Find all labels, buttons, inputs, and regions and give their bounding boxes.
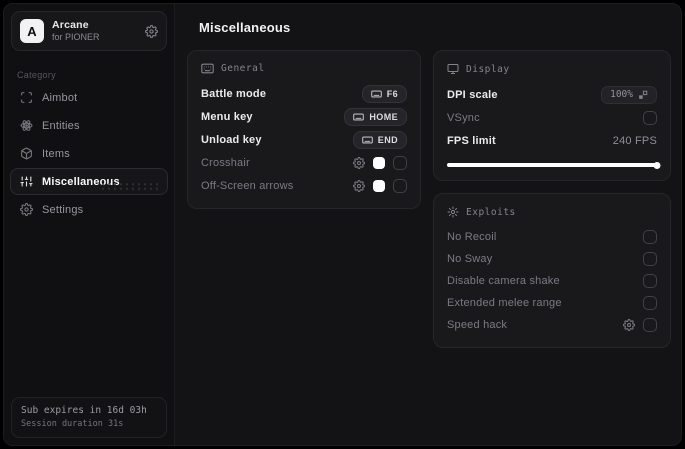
exploits-panel: Exploits No Recoil No Sway Disable camer…	[433, 193, 671, 348]
speed-hack-checkbox[interactable]	[643, 318, 657, 332]
slider-fill	[447, 163, 657, 167]
setting-row-battle-mode: Battle mode F6	[201, 82, 407, 105]
app-name: Arcane	[52, 19, 89, 31]
panel-header-label: Exploits	[466, 206, 516, 218]
scale-icon	[638, 90, 648, 100]
crosshair-checkbox[interactable]	[393, 155, 407, 170]
burst-icon	[447, 206, 459, 218]
session-duration-text: Session duration 31s	[21, 419, 124, 429]
logo-card: A Arcane for PIONER	[11, 11, 167, 52]
extended-melee-range-checkbox[interactable]	[643, 296, 657, 310]
slider-knob[interactable]	[653, 161, 661, 169]
sidebar-item-items[interactable]: Items	[10, 140, 168, 167]
keyboard-icon	[353, 112, 365, 121]
gear-icon[interactable]	[623, 319, 635, 331]
panel-header-label: General	[221, 63, 265, 74]
setting-row-extended-melee-range: Extended melee range	[447, 292, 657, 314]
setting-label: DPI scale	[447, 88, 498, 101]
keyboard-icon	[201, 63, 214, 74]
sidebar-item-label: Settings	[42, 203, 84, 216]
setting-row-unload-key: Unload key END	[201, 128, 407, 151]
sidebar: A Arcane for PIONER Category Aimbot Enti…	[4, 4, 175, 445]
main-content: Miscellaneous General Battle mode F6 Men…	[175, 4, 681, 445]
keyboard-icon	[370, 89, 382, 98]
disable-camera-shake-checkbox[interactable]	[643, 274, 657, 288]
offscreen-arrows-checkbox[interactable]	[393, 178, 407, 193]
setting-label: Battle mode	[201, 87, 267, 100]
setting-label: Unload key	[201, 133, 262, 146]
general-panel: General Battle mode F6 Menu key HOME Unl…	[187, 50, 421, 209]
setting-label: VSync	[447, 111, 480, 124]
setting-row-no-recoil: No Recoil	[447, 226, 657, 248]
subscription-card: Sub expires in 16d 03h Session duration …	[11, 397, 167, 438]
fps-limit-slider[interactable]	[447, 161, 661, 169]
scan-icon	[20, 91, 33, 104]
gear-icon[interactable]	[353, 156, 365, 169]
display-panel: Display DPI scale 100% VSync FPS limit 2…	[433, 50, 671, 181]
sub-expires-text: Sub expires in 16d 03h	[21, 405, 147, 416]
box-icon	[20, 147, 33, 160]
sidebar-item-label: Miscellaneous	[42, 175, 120, 188]
setting-label: No Sway	[447, 253, 493, 265]
setting-row-no-sway: No Sway	[447, 248, 657, 270]
setting-label: Extended melee range	[447, 297, 562, 309]
setting-row-offscreen-arrows: Off-Screen arrows	[201, 174, 407, 197]
crosshair-color-swatch[interactable]	[373, 156, 385, 169]
sidebar-item-miscellaneous[interactable]: Miscellaneous	[10, 168, 168, 196]
keyboard-icon	[361, 135, 373, 144]
setting-label: Disable camera shake	[447, 275, 560, 287]
dpi-scale-value: 100%	[610, 89, 633, 100]
keybind-value: HOME	[369, 111, 398, 122]
atom-icon	[20, 119, 33, 132]
sidebar-item-label: Aimbot	[42, 91, 78, 104]
offscreen-arrows-color-swatch[interactable]	[373, 179, 385, 192]
category-label: Category	[17, 70, 56, 81]
vsync-checkbox[interactable]	[643, 110, 657, 125]
app-logo: A	[20, 19, 44, 44]
setting-label: Menu key	[201, 110, 253, 123]
gear-icon[interactable]	[353, 179, 365, 192]
setting-row-crosshair: Crosshair	[201, 151, 407, 174]
monitor-icon	[447, 63, 459, 75]
page-title: Miscellaneous	[199, 20, 291, 35]
setting-label: Crosshair	[201, 156, 250, 169]
app-window: A Arcane for PIONER Category Aimbot Enti…	[3, 3, 682, 446]
setting-row-speed-hack: Speed hack	[447, 314, 657, 336]
setting-label: FPS limit	[447, 134, 496, 147]
sidebar-item-label: Items	[42, 147, 70, 160]
app-title-block: Arcane for PIONER	[52, 19, 137, 43]
sidebar-item-aimbot[interactable]: Aimbot	[10, 84, 168, 111]
sidebar-item-entities[interactable]: Entities	[10, 112, 168, 139]
keybind-button[interactable]: HOME	[344, 107, 407, 126]
sidebar-item-label: Entities	[42, 119, 80, 132]
dpi-scale-button[interactable]: 100%	[601, 85, 657, 104]
setting-label: Off-Screen arrows	[201, 179, 294, 192]
keybind-button[interactable]: F6	[361, 84, 407, 103]
setting-label: No Recoil	[447, 231, 497, 243]
gear-icon	[20, 203, 33, 217]
app-subtitle: for PIONER	[52, 32, 100, 43]
no-recoil-checkbox[interactable]	[643, 230, 657, 244]
setting-row-disable-camera-shake: Disable camera shake	[447, 270, 657, 292]
keybind-button[interactable]: END	[352, 130, 407, 149]
keybind-value: END	[377, 134, 398, 145]
sliders-icon	[20, 175, 33, 188]
panel-header-label: Display	[466, 63, 510, 75]
setting-row-fps-limit: FPS limit 240 FPS	[447, 129, 657, 152]
keybind-value: F6	[386, 88, 398, 99]
fps-limit-value: 240 FPS	[612, 134, 657, 147]
sidebar-item-settings[interactable]: Settings	[10, 196, 168, 223]
no-sway-checkbox[interactable]	[643, 252, 657, 266]
gear-icon[interactable]	[145, 24, 158, 38]
setting-label: Speed hack	[447, 319, 508, 331]
setting-row-dpi-scale: DPI scale 100%	[447, 83, 657, 106]
setting-row-vsync: VSync	[447, 106, 657, 129]
sidebar-nav: Aimbot Entities Items Miscellaneous Sett…	[4, 84, 174, 224]
setting-row-menu-key: Menu key HOME	[201, 105, 407, 128]
